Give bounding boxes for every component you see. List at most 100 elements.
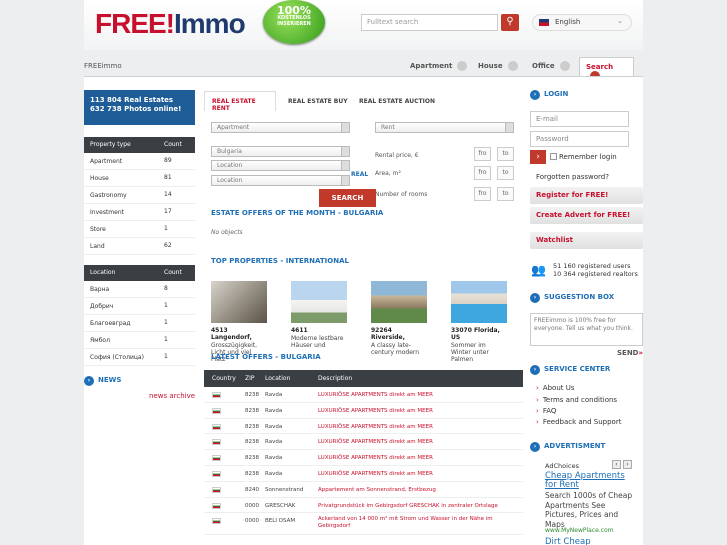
remember-checkbox[interactable] bbox=[550, 153, 557, 160]
table-row[interactable]: Gastronomy 14 bbox=[84, 187, 195, 204]
chevron-right-icon: › bbox=[530, 90, 540, 100]
create-advert-button[interactable]: Create Advert for FREE! bbox=[530, 207, 643, 224]
row-zip: 8238 bbox=[245, 392, 259, 398]
table-row[interactable]: София (Столица) 1 bbox=[84, 349, 195, 366]
arrow-icon: › bbox=[536, 384, 539, 392]
tab-office[interactable]: Office bbox=[532, 57, 570, 74]
table-row[interactable]: Благоевград 1 bbox=[84, 315, 195, 332]
service-link[interactable]: › FAQ bbox=[536, 407, 556, 415]
property-desc: A classy late-century modern bbox=[371, 342, 420, 356]
login-button[interactable]: › bbox=[530, 150, 546, 164]
password-field[interactable]: Password bbox=[530, 131, 629, 147]
col-country: Country bbox=[212, 375, 236, 382]
table-row[interactable]: House 81 bbox=[84, 170, 195, 187]
row-count: 81 bbox=[164, 174, 172, 181]
chevron-left-icon[interactable]: ‹ bbox=[612, 460, 621, 469]
tab-office-label: Office bbox=[532, 62, 555, 70]
suggestion-textarea[interactable]: FREEimmo is 100% free for everyone. Tell… bbox=[530, 313, 643, 346]
table-row[interactable]: Ямбол 1 bbox=[84, 332, 195, 349]
table-row[interactable]: Apartment 89 bbox=[84, 153, 195, 170]
email-field[interactable]: E-mail bbox=[530, 111, 629, 127]
table-row[interactable]: 8238 Ravda LUXURIÖSE APARTMENTS direkt am … bbox=[204, 434, 523, 451]
table-row[interactable]: 8238 Ravda LUXURIÖSE APARTMENTS direkt am … bbox=[204, 466, 523, 482]
tab-real-estate-buy[interactable]: REAL ESTATE BUY bbox=[288, 98, 348, 105]
price-from-input[interactable]: fro bbox=[474, 147, 491, 161]
double-chevron-icon: » bbox=[638, 349, 644, 357]
country-select[interactable]: Bulgaria bbox=[211, 146, 350, 157]
table-row[interactable]: 8240 Sonnenstrand Appartement am Sonnenstr… bbox=[204, 482, 523, 498]
mode-select[interactable]: Rent bbox=[375, 122, 514, 133]
logo[interactable]: FREE!Immo bbox=[95, 8, 246, 40]
area-from-input[interactable]: fro bbox=[474, 166, 491, 180]
rooms-to-input[interactable]: to bbox=[497, 187, 514, 201]
location-select-value: Location bbox=[217, 177, 243, 184]
search-input[interactable]: Fulltext search bbox=[361, 14, 498, 31]
adchoices-label[interactable]: AdChoices bbox=[545, 462, 579, 470]
price-to-input[interactable]: to bbox=[497, 147, 514, 161]
property-card[interactable]: 4611 Moderne lestbare Häuser und bbox=[291, 281, 347, 349]
send-button[interactable]: SEND» bbox=[617, 349, 643, 357]
badge-line3: INSERIEREN bbox=[277, 21, 311, 27]
location-select-2[interactable]: Location bbox=[211, 175, 350, 186]
tab-real-estate-auction[interactable]: REAL ESTATE AUCTION bbox=[359, 98, 435, 105]
table-row[interactable]: 8238 Ravda LUXURIÖSE APARTMENTS direkt am … bbox=[204, 387, 523, 403]
watchlist-button[interactable]: Watchlist bbox=[530, 232, 643, 249]
circle-icon bbox=[507, 61, 518, 71]
dropdown-arrow-icon bbox=[341, 123, 349, 132]
row-count: 1 bbox=[164, 353, 168, 360]
ad-url[interactable]: www.MyNewPlace.com bbox=[545, 527, 614, 534]
service-link[interactable]: › Feedback and Support bbox=[536, 418, 621, 426]
no-objects-text: No objects bbox=[211, 229, 243, 236]
table-row[interactable]: 0000 GRESCHAK Privatgrundstück im Gebirgsd… bbox=[204, 498, 523, 514]
property-card[interactable]: 33070 Florida, US Sommer im Winter unter … bbox=[451, 281, 507, 363]
ad-next-headline[interactable]: Dirt Cheap bbox=[545, 537, 591, 545]
property-card[interactable]: 92264 Riverside, A classy late-century mo… bbox=[371, 281, 427, 356]
row-label: Gastronomy bbox=[90, 192, 127, 199]
table-row[interactable]: Land 62 bbox=[84, 238, 195, 255]
table-row[interactable]: 8238 Ravda LUXURIÖSE APARTMENTS direkt am … bbox=[204, 403, 523, 419]
ad-headline[interactable]: Cheap Apartments for Rent bbox=[545, 472, 635, 490]
dropdown-arrow-icon bbox=[505, 123, 513, 132]
search-button[interactable]: ⚲ bbox=[501, 14, 519, 31]
rooms-from-input[interactable]: fro bbox=[474, 187, 491, 201]
bulgaria-flag-icon bbox=[212, 455, 221, 462]
register-button[interactable]: Register for FREE! bbox=[530, 187, 643, 204]
breadcrumb[interactable]: FREEimmo bbox=[84, 62, 122, 70]
row-count: 8 bbox=[164, 285, 168, 292]
service-link[interactable]: › Terms and conditions bbox=[536, 396, 617, 404]
forgot-password-link[interactable]: Forgotten password? bbox=[536, 173, 609, 181]
table-row[interactable]: 0000 BELI OSAM Ackerland von 14 000 m² mit… bbox=[204, 513, 523, 536]
tab-search[interactable]: Search bbox=[579, 57, 634, 81]
chevron-right-icon: › bbox=[530, 293, 540, 303]
month-offers-title: ESTATE OFFERS OF THE MONTH - BULGARIA bbox=[211, 209, 384, 217]
chevron-right-icon[interactable]: › bbox=[623, 460, 632, 469]
tab-house[interactable]: House bbox=[478, 57, 518, 74]
table-row[interactable]: 8238 Ravda LUXURIÖSE APARTMENTS direkt am … bbox=[204, 419, 523, 435]
language-select[interactable]: English ⌄ bbox=[532, 14, 632, 31]
type-select[interactable]: Apartment bbox=[211, 122, 350, 133]
table-row[interactable]: Investment 17 bbox=[84, 204, 195, 221]
row-label: Варна bbox=[90, 286, 110, 293]
table-row[interactable]: Store 1 bbox=[84, 221, 195, 238]
tab-real-estate-rent[interactable]: REAL ESTATE RENT bbox=[204, 91, 276, 112]
table-row[interactable]: 8238 Ravda LUXURIÖSE APARTMENTS direkt am … bbox=[204, 450, 523, 466]
ad-body: Search 1000s of Cheap Apartments See Pic… bbox=[545, 491, 633, 529]
service-title-label: SERVICE CENTER bbox=[544, 365, 611, 373]
arrow-icon: › bbox=[536, 396, 539, 404]
news-archive-link[interactable]: news archive bbox=[149, 392, 195, 400]
area-to-input[interactable]: to bbox=[497, 166, 514, 180]
row-desc: LUXURIÖSE APARTMENTS direkt am MEER bbox=[318, 439, 433, 446]
table-row[interactable]: Варна 8 bbox=[84, 281, 195, 298]
row-location: Ravda bbox=[265, 407, 283, 414]
service-link[interactable]: › About Us bbox=[536, 384, 575, 392]
search-submit-button[interactable]: SEARCH bbox=[319, 189, 376, 207]
location-select-1[interactable]: Location bbox=[211, 160, 350, 171]
row-count: 62 bbox=[164, 242, 172, 249]
row-zip: 8238 bbox=[245, 455, 259, 462]
rooms-label: Number of rooms bbox=[375, 191, 428, 198]
tab-search-label: Search bbox=[586, 63, 614, 71]
tab-apartment[interactable]: Apartment bbox=[410, 57, 468, 74]
property-card[interactable]: 4513 Langendorf, Grosszügigkeit, Licht un… bbox=[211, 281, 267, 363]
users-icon: 👥 bbox=[531, 263, 546, 277]
table-row[interactable]: Добрич 1 bbox=[84, 298, 195, 315]
